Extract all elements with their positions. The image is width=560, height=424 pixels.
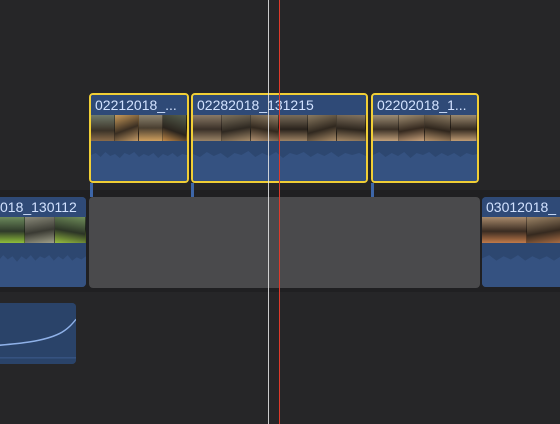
filmstrip: [0, 217, 86, 243]
video-frame: [308, 115, 338, 141]
audio-clip[interactable]: [0, 303, 76, 364]
audio-waveform: [91, 141, 187, 181]
clip-title: 02202018_1...: [377, 97, 467, 113]
video-frame: [527, 217, 560, 243]
clip-title: 03012018_: [486, 199, 557, 215]
clip-title: 018_130112: [0, 199, 77, 215]
video-frame: [55, 217, 86, 243]
filmstrip: [91, 115, 187, 141]
skimmer-line[interactable]: [268, 0, 269, 424]
video-frame: [279, 115, 309, 141]
playhead-line[interactable]: [279, 0, 280, 424]
connection-marker: [191, 183, 194, 197]
connection-marker: [90, 183, 93, 197]
video-frame: [373, 115, 399, 141]
audio-waveform: [0, 243, 86, 287]
filmstrip: [373, 115, 477, 141]
clip-title: 02282018_131215: [197, 97, 314, 113]
connected-clip-1[interactable]: 02212018_...: [89, 93, 189, 183]
video-frame: [193, 115, 222, 141]
video-frame: [482, 217, 527, 243]
audio-waveform: [373, 141, 477, 181]
gap-clip[interactable]: [89, 197, 480, 288]
video-frame: [163, 115, 187, 141]
video-frame: [250, 115, 280, 141]
audio-waveform: [0, 303, 76, 364]
video-frame: [221, 115, 251, 141]
storyline-clip-3[interactable]: 03012018_: [482, 197, 560, 287]
timeline[interactable]: 02212018_... 02282018_131215 02202018_1.…: [0, 0, 560, 424]
video-frame: [115, 115, 139, 141]
storyline-clip-1[interactable]: 018_130112: [0, 197, 86, 287]
video-frame: [91, 115, 115, 141]
video-frame: [451, 115, 477, 141]
video-frame: [0, 217, 25, 243]
filmstrip: [482, 217, 560, 243]
clip-title: 02212018_...: [95, 97, 177, 113]
video-frame: [337, 115, 366, 141]
video-frame: [425, 115, 451, 141]
connected-clip-3[interactable]: 02202018_1...: [371, 93, 479, 183]
video-frame: [24, 217, 56, 243]
connection-marker: [371, 183, 374, 197]
audio-waveform: [482, 243, 560, 287]
video-frame: [399, 115, 425, 141]
video-frame: [139, 115, 163, 141]
